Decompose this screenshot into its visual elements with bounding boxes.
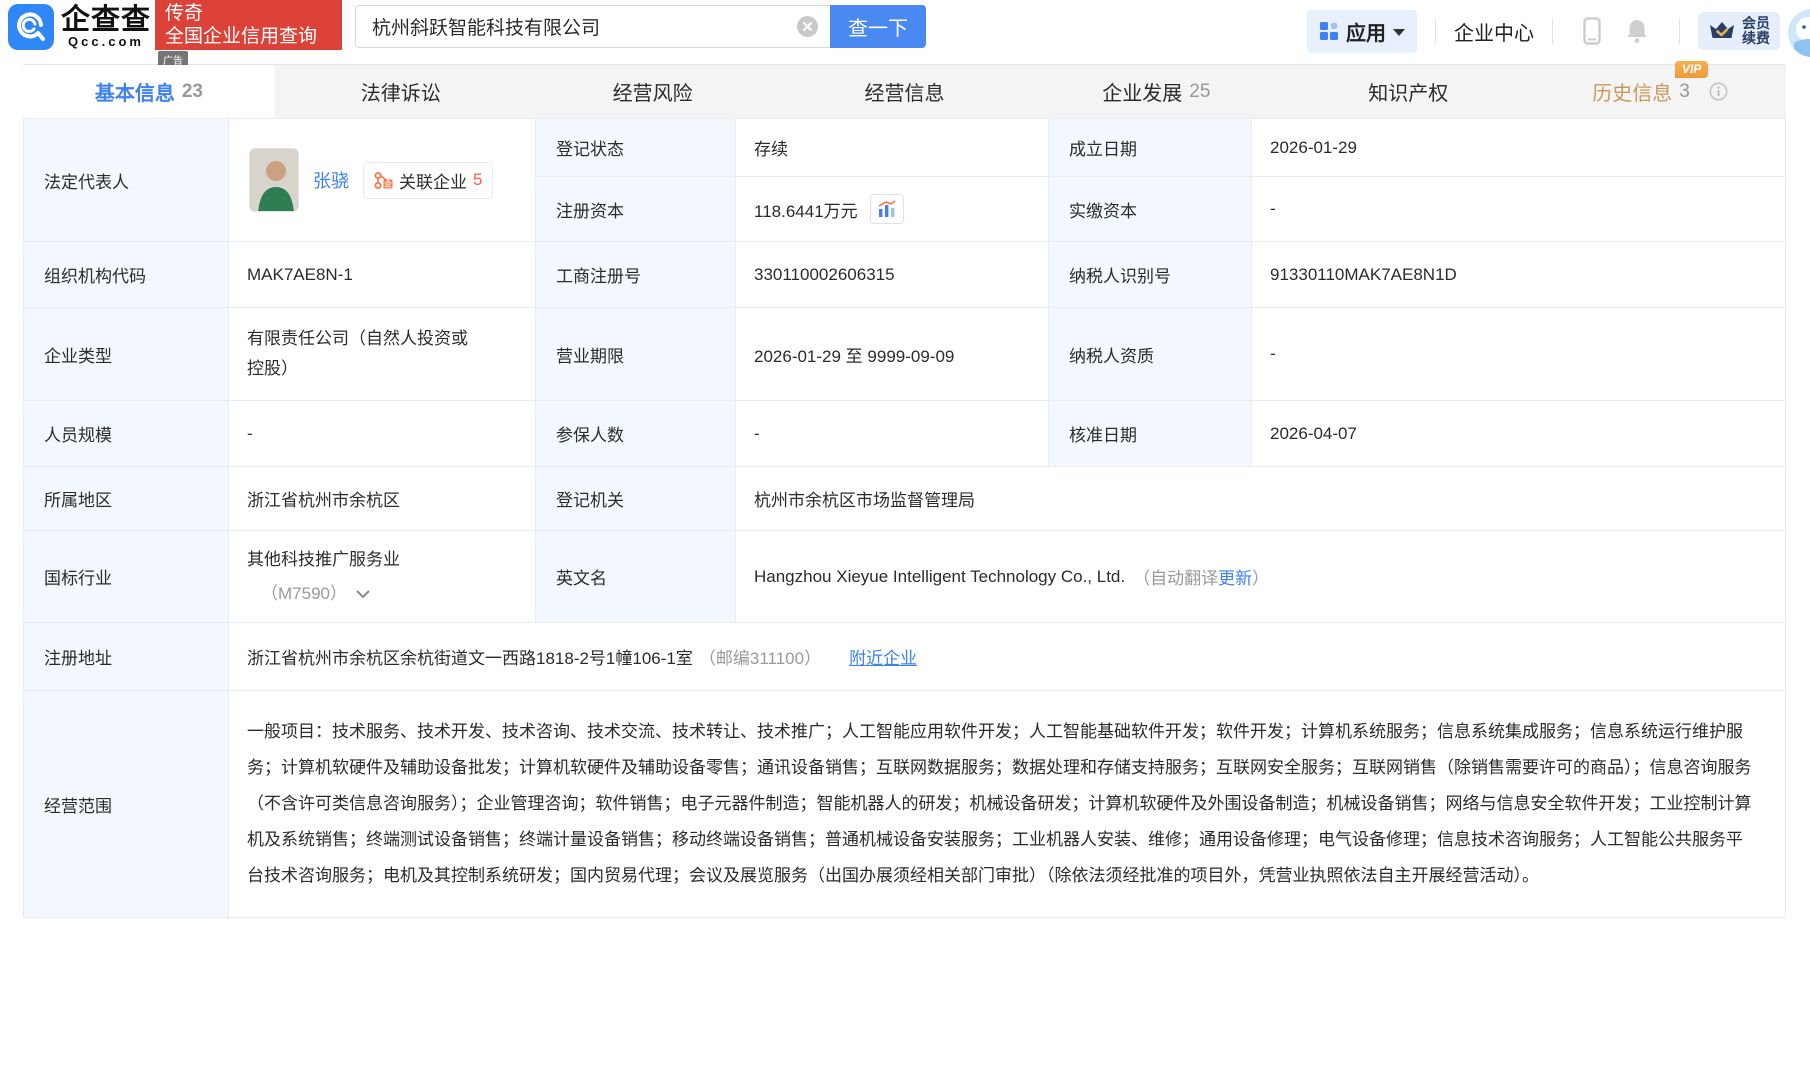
field-value-industry: 其他科技推广服务业 （M7590） — [229, 531, 536, 623]
info-icon[interactable] — [1709, 82, 1728, 101]
member-line2: 续费 — [1742, 30, 1770, 46]
member-renew-button[interactable]: 会员 续费 — [1698, 12, 1780, 50]
search-bar: 查一下 — [355, 5, 926, 48]
field-value-taxpayer-qualification: - — [1252, 308, 1786, 401]
apps-menu[interactable]: 应用 — [1307, 9, 1417, 53]
related-network-icon: 企 — [374, 171, 393, 189]
tab-count: 25 — [1189, 80, 1211, 102]
field-label-biz-term: 营业期限 — [536, 308, 736, 401]
field-label-taxpayer-qualification: 纳税人资质 — [1049, 308, 1252, 401]
field-label-established: 成立日期 — [1049, 119, 1252, 177]
field-value-company-type: 有限责任公司（自然人投资或控股） — [229, 308, 536, 401]
qcc-logo-icon — [8, 4, 54, 50]
divider — [1552, 18, 1553, 44]
field-value-approved-date: 2026-04-07 — [1252, 401, 1786, 467]
field-label-taxpayer-no: 纳税人识别号 — [1049, 242, 1252, 308]
field-label-org-code: 组织机构代码 — [24, 242, 229, 308]
field-value-region: 浙江省杭州市余杭区 — [229, 467, 536, 531]
field-label-registry: 登记机关 — [536, 467, 736, 531]
field-label-address: 注册地址 — [24, 623, 229, 691]
chart-icon — [878, 200, 896, 217]
divider — [1679, 18, 1680, 44]
field-label-legal-rep: 法定代表人 — [24, 119, 229, 242]
apps-grid-icon — [1320, 22, 1338, 40]
field-label-insured-count: 参保人数 — [536, 401, 736, 467]
field-value-taxpayer-no: 91330110MAK7AE8N1D — [1252, 242, 1786, 308]
field-label-scope: 经营范围 — [24, 691, 229, 918]
field-label-paid-capital: 实缴资本 — [1049, 177, 1252, 242]
address-postcode: （邮编311100） — [698, 649, 822, 668]
field-label-english-name: 英文名 — [536, 531, 736, 623]
field-label-reg-status: 登记状态 — [536, 119, 736, 177]
tab-history-info[interactable]: 历史信息 VIP 3 — [1534, 61, 1786, 118]
translate-update-link[interactable]: 更新 — [1218, 569, 1252, 588]
legal-rep-photo[interactable] — [249, 148, 299, 212]
field-label-biz-reg-no: 工商注册号 — [536, 242, 736, 308]
svg-text:企: 企 — [383, 178, 392, 188]
field-label-staff-size: 人员规模 — [24, 401, 229, 467]
clear-search-icon[interactable] — [797, 16, 818, 37]
tab-count: 23 — [181, 80, 203, 102]
field-value-insured-count: - — [736, 401, 1049, 467]
divider — [1435, 18, 1436, 44]
field-label-reg-capital: 注册资本 — [536, 177, 736, 242]
field-value-established: 2026-01-29 — [1252, 119, 1786, 177]
field-value-legal-rep: 张骁 企 关联企业 5 — [229, 119, 536, 242]
member-line1: 会员 — [1742, 15, 1770, 31]
field-label-approved-date: 核准日期 — [1049, 401, 1252, 467]
related-companies-label: 关联企业 — [399, 172, 467, 192]
tab-legal-litigation[interactable]: 法律诉讼 — [275, 65, 527, 118]
field-value-org-code: MAK7AE8N-1 — [229, 242, 536, 308]
brand-domain: Qcc.com — [68, 34, 144, 49]
industry-code: （M7590） — [261, 583, 347, 603]
tab-basic-info[interactable]: 基本信息 23 — [23, 65, 275, 118]
related-companies-count: 5 — [473, 170, 483, 189]
field-value-registry: 杭州市余杭区市场监督管理局 — [736, 467, 1786, 531]
ad-banner-line1: 传奇 — [165, 3, 204, 24]
field-label-region: 所属地区 — [24, 467, 229, 531]
notifications-bell-icon[interactable] — [1625, 18, 1649, 44]
crown-icon — [1710, 22, 1734, 38]
field-value-scope: 一般项目：技术服务、技术开发、技术咨询、技术交流、技术转让、技术推广；人工智能应… — [229, 691, 1786, 918]
tab-operating-info[interactable]: 经营信息 — [779, 65, 1031, 118]
chevron-down-icon[interactable] — [355, 589, 371, 599]
field-value-paid-capital: - — [1252, 177, 1786, 242]
vip-badge: VIP — [1674, 61, 1709, 78]
field-value-address: 浙江省杭州市余杭区余杭街道文一西路1818-2号1幢106-1室 （邮编3111… — [229, 623, 1786, 691]
field-label-industry: 国标行业 — [24, 531, 229, 623]
qcc-logo[interactable]: 企查查 Qcc.com — [8, 4, 151, 50]
tab-intellectual-property[interactable]: 知识产权 — [1282, 65, 1534, 118]
tab-count: 3 — [1679, 80, 1690, 102]
search-button[interactable]: 查一下 — [830, 5, 926, 48]
field-label-company-type: 企业类型 — [24, 308, 229, 401]
field-value-biz-reg-no: 330110002606315 — [736, 242, 1049, 308]
legal-rep-name-link[interactable]: 张骁 — [313, 167, 349, 193]
top-header: 企查查 Qcc.com 传奇 全国企业信用查询 广告 查一下 — [0, 0, 1810, 68]
related-companies-button[interactable]: 企 关联企业 5 — [363, 161, 494, 199]
brand-name: 企查查 — [61, 4, 152, 36]
field-value-english-name: Hangzhou Xieyue Intelligent Technology C… — [736, 531, 1786, 623]
tab-company-development[interactable]: 企业发展 25 — [1030, 65, 1282, 118]
basic-info-table: 法定代表人 张骁 企 关联企业 5 登记状态 存续 成立日期 2026-01-2… — [23, 118, 1786, 918]
apps-label: 应用 — [1346, 22, 1386, 45]
capital-chart-button[interactable] — [869, 194, 904, 224]
field-value-staff-size: - — [229, 401, 536, 467]
nearby-companies-link[interactable]: 附近企业 — [849, 644, 917, 669]
field-value-reg-capital: 118.6441万元 — [736, 177, 1049, 242]
search-input[interactable] — [355, 5, 830, 48]
enterprise-center-link[interactable]: 企业中心 — [1454, 17, 1534, 46]
chevron-down-icon — [1393, 28, 1405, 36]
ad-banner-line2: 全国企业信用查询 — [165, 26, 318, 47]
ad-banner[interactable]: 传奇 全国企业信用查询 — [155, 0, 342, 50]
section-tabs: 基本信息 23 法律诉讼 经营风险 经营信息 企业发展 25 知识产权 历史信息… — [23, 61, 1786, 118]
mobile-app-icon[interactable] — [1583, 17, 1601, 45]
field-value-reg-status: 存续 — [736, 119, 1049, 177]
header-nav: 应用 企业中心 会员 续费 — [1307, 8, 1810, 54]
field-value-biz-term: 2026-01-29 至 9999-09-09 — [736, 308, 1049, 401]
tab-operating-risk[interactable]: 经营风险 — [527, 65, 779, 118]
